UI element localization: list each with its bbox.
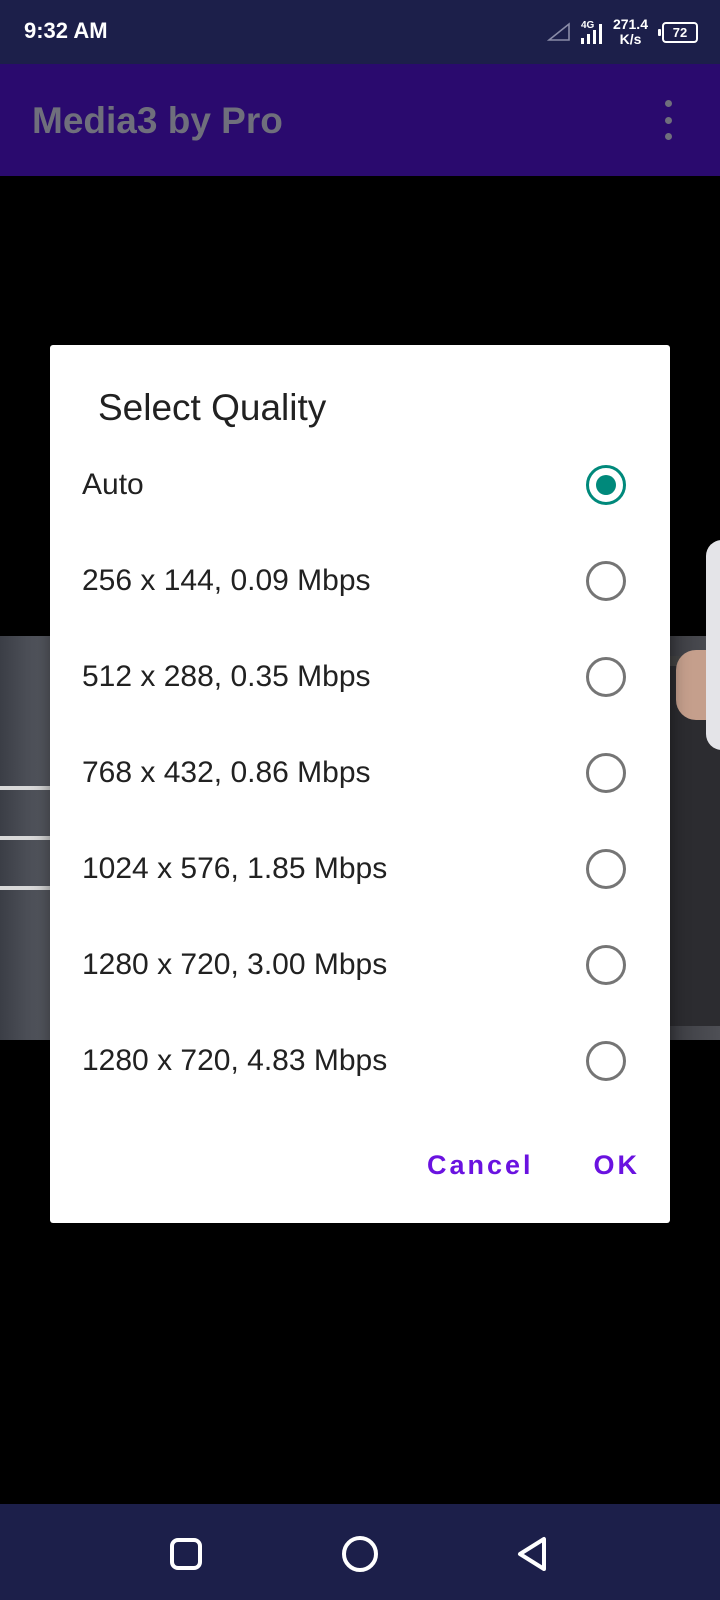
quality-option-720p-high[interactable]: 1280 x 720, 4.83 Mbps <box>50 1013 670 1109</box>
battery-icon: 72 <box>658 21 698 43</box>
quality-option-144p[interactable]: 256 x 144, 0.09 Mbps <box>50 533 670 629</box>
radio-unchecked-icon[interactable] <box>586 1041 626 1081</box>
screen: 9:32 AM 4G 271.4 K/s 72 Media3 by Pro Se… <box>0 0 720 1600</box>
option-label: 512 x 288, 0.35 Mbps <box>82 660 371 693</box>
option-label: 768 x 432, 0.86 Mbps <box>82 756 371 789</box>
cancel-button[interactable]: Cancel <box>397 1140 564 1191</box>
option-label: 1280 x 720, 3.00 Mbps <box>82 948 388 981</box>
radio-checked-icon[interactable] <box>586 465 626 505</box>
circle-home-icon[interactable] <box>338 1532 382 1576</box>
status-time: 9:32 AM <box>24 18 108 43</box>
edge-panel-handle[interactable] <box>706 540 720 750</box>
status-bar: 9:32 AM 4G 271.4 K/s 72 <box>0 0 720 64</box>
net-speed-value: 271.4 <box>612 16 648 32</box>
radio-unchecked-icon[interactable] <box>586 753 626 793</box>
battery-level: 72 <box>672 24 688 40</box>
option-label: 1024 x 576, 1.85 Mbps <box>82 852 388 885</box>
radio-unchecked-icon[interactable] <box>586 657 626 697</box>
dialog-actions: Cancel OK <box>397 1133 670 1197</box>
status-icons: 4G 271.4 K/s 72 <box>546 14 698 50</box>
network-type-label: 4G <box>581 20 595 31</box>
quality-option-576p[interactable]: 1024 x 576, 1.85 Mbps <box>50 821 670 917</box>
app-title: Media3 by Pro <box>32 100 283 141</box>
mobile-data-signal-icon: 4G <box>580 20 602 44</box>
ok-button[interactable]: OK <box>564 1140 671 1191</box>
no-signal-icon <box>546 22 570 41</box>
quality-option-432p[interactable]: 768 x 432, 0.86 Mbps <box>50 725 670 821</box>
net-speed: 271.4 K/s <box>613 17 648 47</box>
overflow-menu-icon[interactable] <box>656 100 680 140</box>
navigation-bar <box>0 1504 720 1600</box>
radio-unchecked-icon[interactable] <box>586 849 626 889</box>
option-label: 1280 x 720, 4.83 Mbps <box>82 1044 388 1077</box>
select-quality-dialog: Select Quality Auto 256 x 144, 0.09 Mbps… <box>50 345 670 1223</box>
triangle-back-icon[interactable] <box>512 1532 556 1576</box>
quality-option-288p[interactable]: 512 x 288, 0.35 Mbps <box>50 629 670 725</box>
app-bar: Media3 by Pro <box>0 64 720 176</box>
radio-unchecked-icon[interactable] <box>586 561 626 601</box>
quality-option-720p-low[interactable]: 1280 x 720, 3.00 Mbps <box>50 917 670 1013</box>
square-recents-icon[interactable] <box>164 1532 208 1576</box>
dialog-title: Select Quality <box>98 387 327 428</box>
option-label: 256 x 144, 0.09 Mbps <box>82 564 371 597</box>
quality-option-auto[interactable]: Auto <box>50 437 670 533</box>
option-label: Auto <box>82 468 144 501</box>
net-speed-unit: K/s <box>619 31 642 47</box>
radio-unchecked-icon[interactable] <box>586 945 626 985</box>
